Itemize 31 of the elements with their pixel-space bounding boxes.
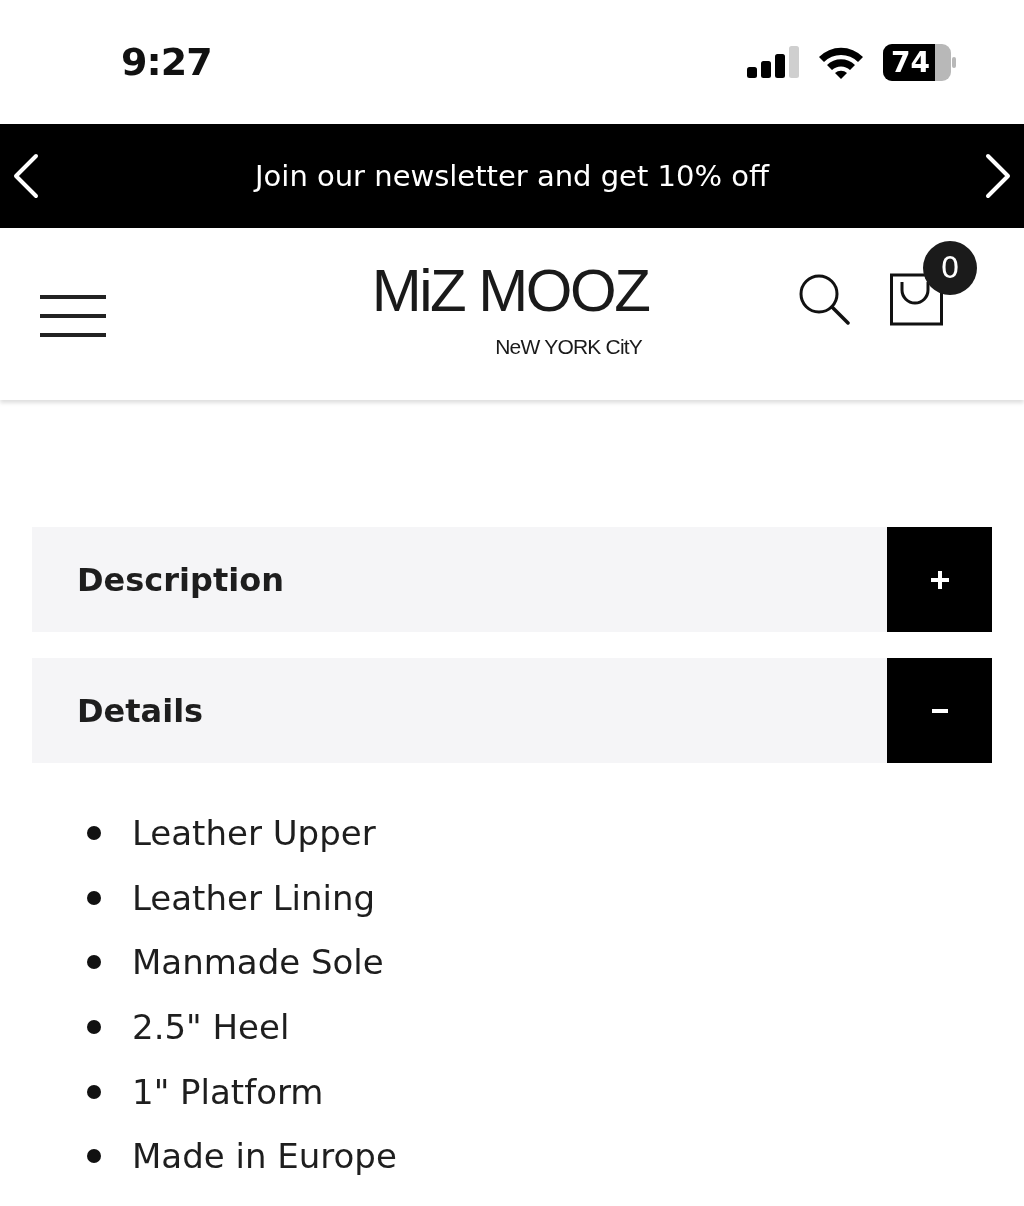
signal-icon xyxy=(747,46,799,78)
bullet-icon xyxy=(87,1149,101,1164)
logo-tagline: NeW YORK CitY xyxy=(495,334,642,360)
chevron-left-icon[interactable] xyxy=(12,152,40,200)
chevron-right-icon[interactable] xyxy=(984,152,1012,200)
battery-percent: 74 xyxy=(891,46,930,78)
battery-icon xyxy=(883,43,956,81)
wifi-icon xyxy=(817,45,865,79)
accordion-title: Description xyxy=(77,563,284,596)
logo-title[interactable]: MiZ MOOZ xyxy=(371,258,649,324)
accordion-header[interactable]: Description xyxy=(32,527,992,632)
menu-icon[interactable] xyxy=(40,294,106,337)
detail-item: Made in Europe xyxy=(132,1139,397,1174)
bullet-icon xyxy=(87,955,101,970)
accordion-title: Details xyxy=(77,694,204,727)
minus-icon xyxy=(931,708,948,713)
accordion-header[interactable]: Details xyxy=(32,658,992,763)
status-time: 9:27 xyxy=(121,43,212,81)
bullet-icon xyxy=(87,1084,101,1099)
detail-item: Manmade Sole xyxy=(132,945,384,980)
cart-count-badge: 0 xyxy=(923,241,977,295)
promo-text[interactable]: Join our newsletter and get 10% off xyxy=(255,161,769,191)
detail-item: Leather Upper xyxy=(132,816,376,851)
search-icon[interactable] xyxy=(798,273,850,325)
bullet-icon xyxy=(87,890,101,905)
detail-item: 1" Platform xyxy=(132,1074,324,1109)
detail-item: Leather Lining xyxy=(132,880,376,915)
bullet-icon xyxy=(87,1020,101,1035)
bullet-icon xyxy=(87,826,101,841)
detail-item: 2.5" Heel xyxy=(132,1010,290,1045)
plus-icon xyxy=(930,570,949,589)
